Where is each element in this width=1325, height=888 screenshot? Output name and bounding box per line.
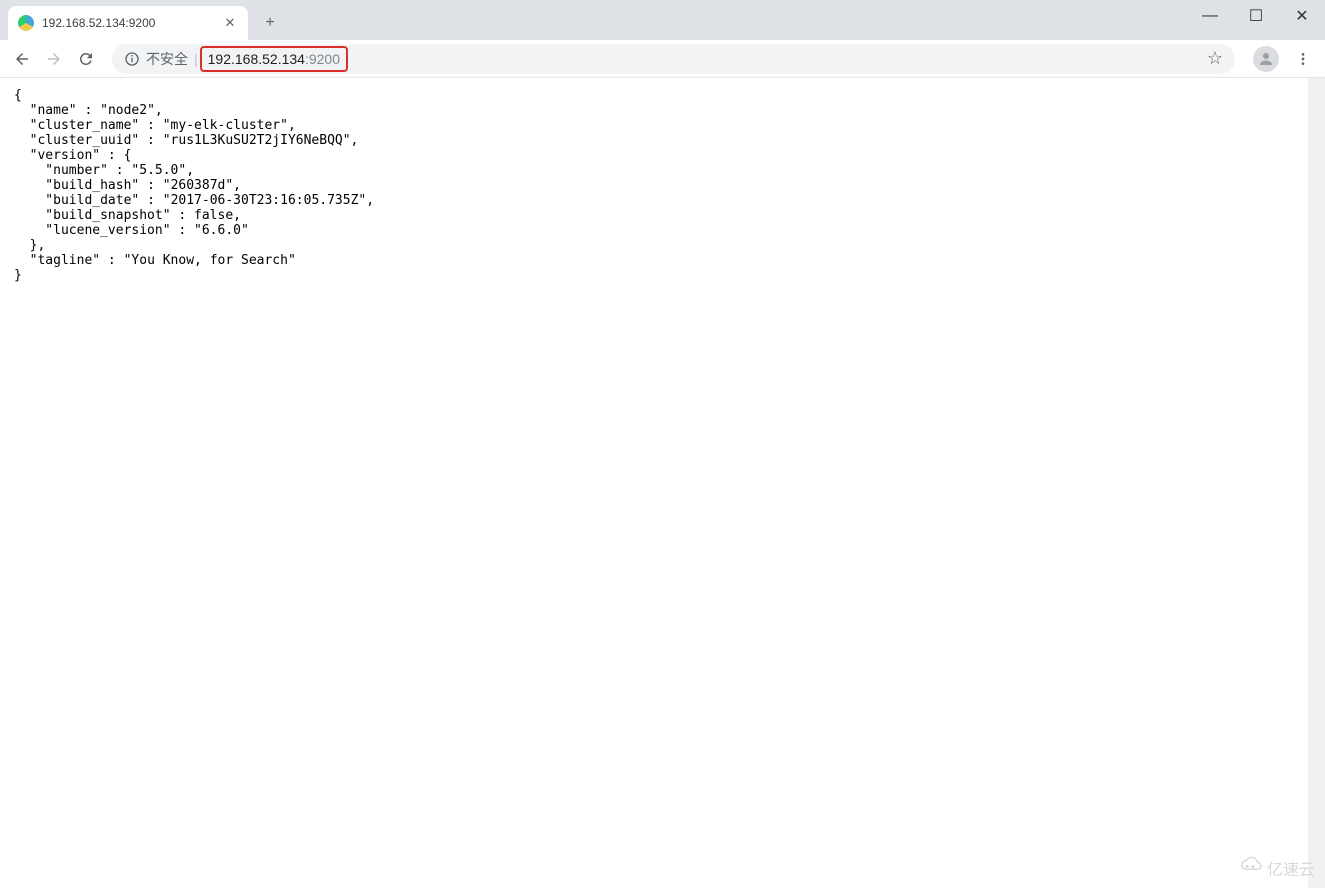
url-highlight: 192.168.52.134:9200 [200,46,348,72]
watermark: 亿速云 [1237,856,1315,880]
profile-button[interactable] [1253,46,1279,72]
tab-title: 192.168.52.134:9200 [42,16,222,30]
json-val: 2017-06-30T23:16:05.735Z [171,193,359,208]
maximize-button[interactable]: ☐ [1233,0,1279,32]
json-val: my-elk-cluster [171,118,281,133]
json-val: 260387d [171,178,226,193]
insecure-label: 不安全 [146,49,188,69]
json-val: You Know, for Search [131,253,288,268]
json-key: name [37,103,68,118]
kebab-icon [1295,51,1311,67]
address-bar[interactable]: 不安全 | 192.168.52.134:9200 ☆ [112,44,1235,74]
json-key: tagline [37,253,92,268]
json-val: node2 [108,103,147,118]
json-val: rus1L3KuSU2T2jIY6NeBQQ [171,133,343,148]
bookmark-icon[interactable]: ☆ [1207,48,1223,69]
tab-close-icon[interactable]: ✕ [222,15,238,31]
json-key: build_hash [53,178,131,193]
url-host: 192.168.52.134 [208,51,305,67]
arrow-right-icon [45,50,63,68]
response-body: { "name" : "node2", "cluster_name" : "my… [0,78,1325,293]
json-key: build_snapshot [53,208,163,223]
forward-button[interactable] [40,45,68,73]
json-key: build_date [53,193,131,208]
url-port: :9200 [305,51,340,67]
arrow-left-icon [13,50,31,68]
favicon-icon [18,15,34,31]
new-tab-button[interactable]: + [256,9,284,37]
browser-tab[interactable]: 192.168.52.134:9200 ✕ [8,6,248,40]
close-button[interactable]: ✕ [1279,0,1325,32]
minimize-button[interactable]: — [1187,0,1233,32]
json-val: 5.5.0 [139,163,178,178]
window-controls: — ☐ ✕ [1185,0,1325,32]
reload-icon [77,50,95,68]
tab-strip: 192.168.52.134:9200 ✕ + [0,0,1325,40]
info-icon[interactable] [124,51,140,67]
menu-button[interactable] [1289,45,1317,73]
json-key: lucene_version [53,223,163,238]
json-val: false [194,208,233,223]
back-button[interactable] [8,45,36,73]
json-key: version [37,148,92,163]
cloud-icon [1237,856,1263,880]
json-key: cluster_name [37,118,131,133]
watermark-text: 亿速云 [1267,856,1315,880]
scrollbar[interactable] [1308,78,1325,888]
json-val: 6.6.0 [202,223,241,238]
reload-button[interactable] [72,45,100,73]
person-icon [1257,50,1275,68]
divider: | [194,51,198,67]
json-key: number [53,163,100,178]
json-key: cluster_uuid [37,133,131,148]
toolbar: 不安全 | 192.168.52.134:9200 ☆ [0,40,1325,78]
